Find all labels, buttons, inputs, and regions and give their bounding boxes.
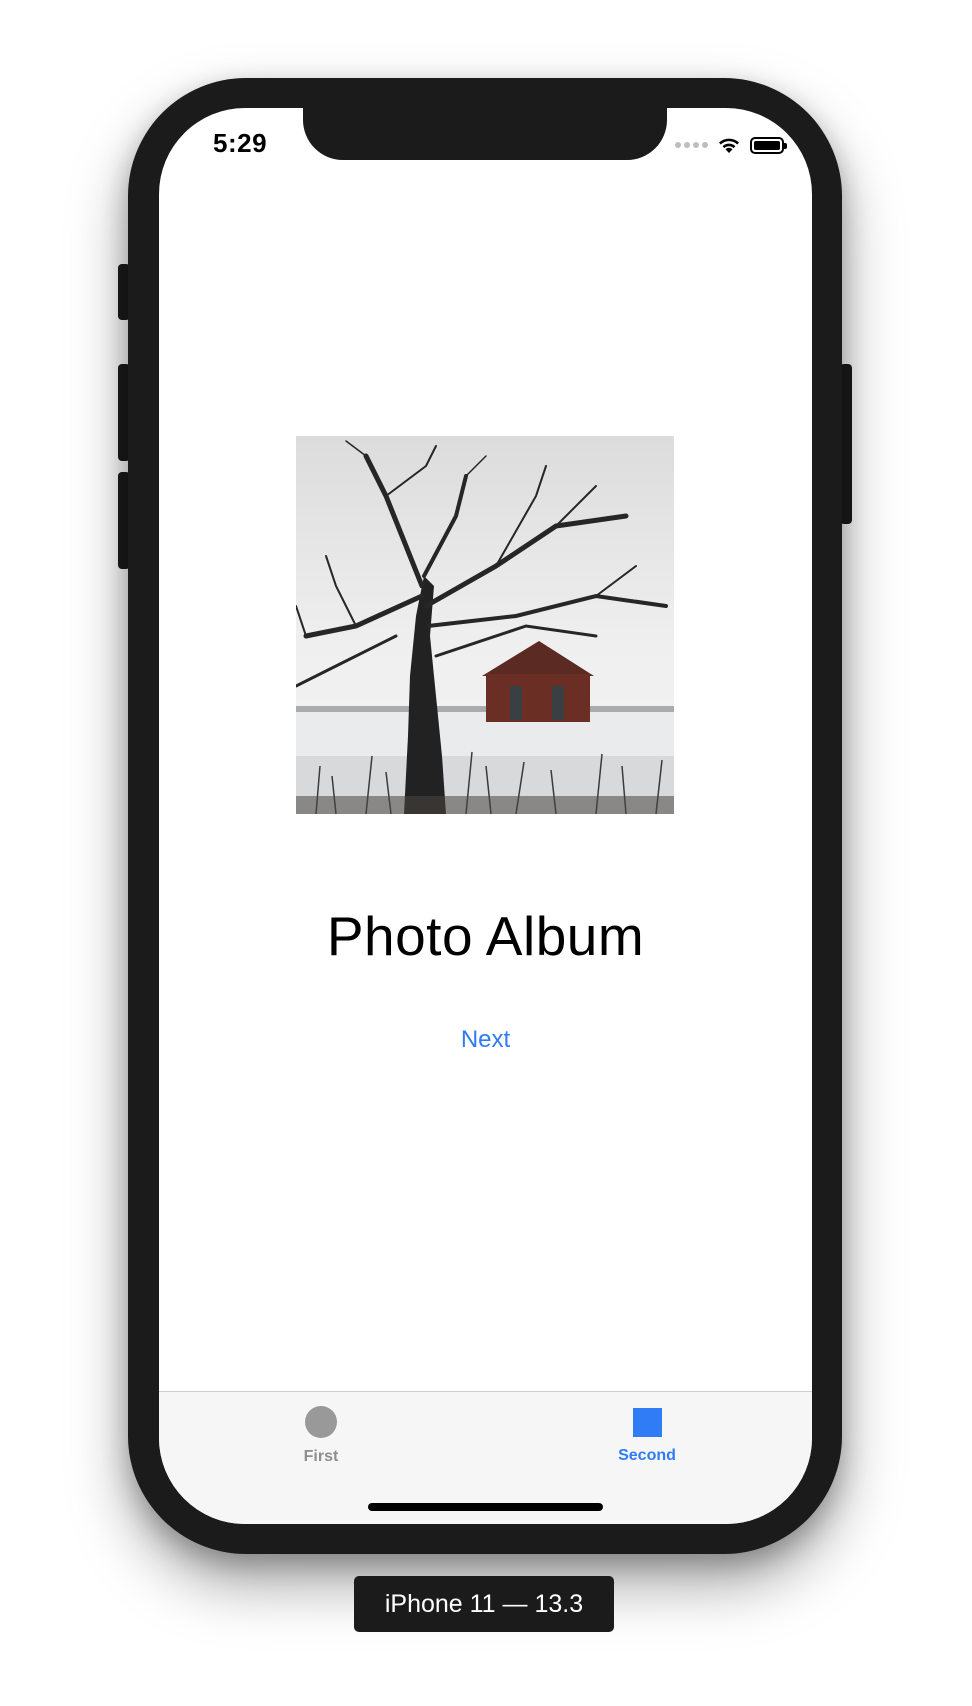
status-time: 5:29 <box>213 128 268 158</box>
device-label: iPhone 11 — 13.3 <box>354 1576 614 1632</box>
home-indicator[interactable] <box>368 1503 603 1511</box>
next-button[interactable]: Next <box>159 1026 812 1054</box>
battery-icon <box>750 136 787 154</box>
album-photo <box>296 436 674 814</box>
signal-dots-icon <box>675 142 708 148</box>
wifi-icon <box>719 138 739 153</box>
tab-second-label: Second <box>618 1447 676 1464</box>
status-icons <box>675 135 787 155</box>
square-icon <box>632 1408 662 1437</box>
tab-first[interactable]: First <box>241 1406 401 1466</box>
notch <box>303 108 667 160</box>
page-title: Photo Album <box>326 905 645 967</box>
device-screen: 5:29 Photo Album Next First Second <box>159 108 812 1524</box>
simulator-window: 5:29 Photo Album Next First Second iPhon… <box>0 0 972 1706</box>
tab-second[interactable]: Second <box>567 1406 727 1465</box>
circle-icon <box>305 1406 337 1438</box>
tab-first-label: First <box>303 1448 339 1465</box>
